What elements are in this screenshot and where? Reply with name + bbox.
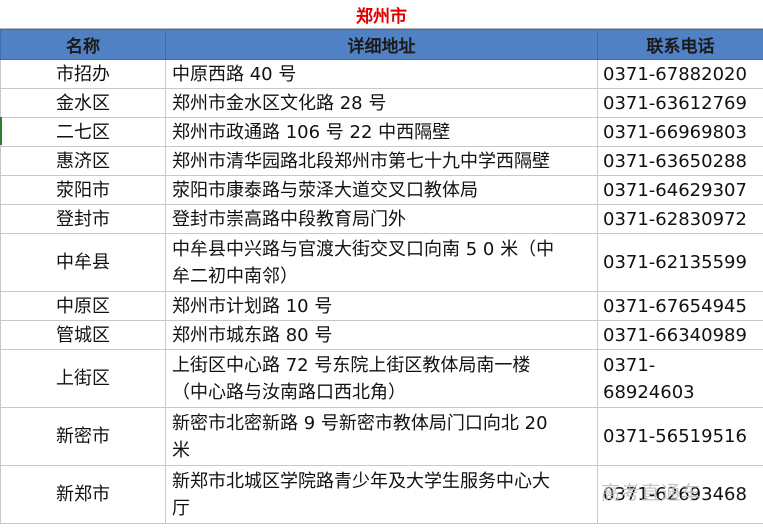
district-cell: 荥阳市 xyxy=(0,175,166,205)
address-cell: 郑州市清华园路北段郑州市第七十九中学西隔壁 xyxy=(165,146,598,176)
table-row: 市招办 中原西路 40 号 0371-67882020 xyxy=(0,59,763,89)
address-cell: 中原西路 40 号 xyxy=(165,59,598,89)
district-cell: 上街区 xyxy=(0,349,166,408)
table-row: 中牟县 中牟县中兴路与官渡大街交叉口向南 5 0 米（中 牟二初中南邻） 037… xyxy=(0,233,763,292)
header-row: 名称 详细地址 联系电话 xyxy=(0,29,763,60)
district-cell: 新郑市 xyxy=(0,465,166,524)
contact-table: 名称 详细地址 联系电话 市招办 中原西路 40 号 0371-67882020… xyxy=(0,29,763,524)
header-district: 名称 xyxy=(0,29,166,60)
sheet-title: 郑州市 xyxy=(0,0,763,29)
header-address: 详细地址 xyxy=(165,29,598,60)
phone-cell: 0371- 68924603 xyxy=(597,349,763,408)
table-row: 惠济区 郑州市清华园路北段郑州市第七十九中学西隔壁 0371-63650288 xyxy=(0,146,763,176)
phone-cell: 0371-66340989 xyxy=(597,320,763,350)
table-row: 荥阳市 荥阳市康泰路与荥泽大道交叉口教体局 0371-64629307 xyxy=(0,175,763,205)
phone-cell: 0371-66969803 xyxy=(597,117,763,147)
phone-cell: 0371-63612769 xyxy=(597,88,763,118)
selected-row-indicator xyxy=(0,117,2,145)
phone-cell: 0371-64629307 xyxy=(597,175,763,205)
table-row: 登封市 登封市崇高路中段教育局门外 0371-62830972 xyxy=(0,204,763,234)
phone-cell: 0371-63650288 xyxy=(597,146,763,176)
table-row: 二七区 郑州市政通路 106 号 22 中西隔壁 0371-66969803 xyxy=(0,117,763,147)
district-cell: 惠济区 xyxy=(0,146,166,176)
table-row: 新密市 新密市北密新路 9 号新密市教体局门口向北 20 米 0371-5651… xyxy=(0,407,763,466)
address-cell: 郑州市金水区文化路 28 号 xyxy=(165,88,598,118)
district-cell: 新密市 xyxy=(0,407,166,466)
phone-cell: 0371-56519516 xyxy=(597,407,763,466)
table-row: 管城区 郑州市城东路 80 号 0371-66340989 xyxy=(0,320,763,350)
address-cell: 新密市北密新路 9 号新密市教体局门口向北 20 米 xyxy=(165,407,598,466)
address-cell: 中牟县中兴路与官渡大街交叉口向南 5 0 米（中 牟二初中南邻） xyxy=(165,233,598,292)
address-cell: 上街区中心路 72 号东院上街区教体局南一楼 （中心路与汝南路口西北角） xyxy=(165,349,598,408)
district-cell: 市招办 xyxy=(0,59,166,89)
address-cell: 郑州市城东路 80 号 xyxy=(165,320,598,350)
address-cell: 登封市崇高路中段教育局门外 xyxy=(165,204,598,234)
header-phone: 联系电话 xyxy=(597,29,763,60)
phone-cell: 0371-62135599 xyxy=(597,233,763,292)
table-row: 中原区 郑州市计划路 10 号 0371-67654945 xyxy=(0,291,763,321)
table-row: 上街区 上街区中心路 72 号东院上街区教体局南一楼 （中心路与汝南路口西北角）… xyxy=(0,349,763,408)
phone-cell: 0371-67882020 xyxy=(597,59,763,89)
table-row: 金水区 郑州市金水区文化路 28 号 0371-63612769 xyxy=(0,88,763,118)
district-cell: 中原区 xyxy=(0,291,166,321)
district-cell: 登封市 xyxy=(0,204,166,234)
phone-cell: 0371-67654945 xyxy=(597,291,763,321)
address-cell: 郑州市政通路 106 号 22 中西隔壁 xyxy=(165,117,598,147)
address-cell: 郑州市计划路 10 号 xyxy=(165,291,598,321)
spreadsheet: 郑州市 名称 详细地址 联系电话 市招办 中原西路 40 号 0371-6788… xyxy=(0,0,763,529)
district-cell: 二七区 xyxy=(0,117,166,147)
phone-cell: 0371-62830972 xyxy=(597,204,763,234)
district-cell: 管城区 xyxy=(0,320,166,350)
district-cell: 金水区 xyxy=(0,88,166,118)
address-cell: 荥阳市康泰路与荥泽大道交叉口教体局 xyxy=(165,175,598,205)
district-cell: 中牟县 xyxy=(0,233,166,292)
address-cell: 新郑市北城区学院路青少年及大学生服务中心大 厅 xyxy=(165,465,598,524)
watermark-text: 高考直通车 xyxy=(600,482,701,504)
